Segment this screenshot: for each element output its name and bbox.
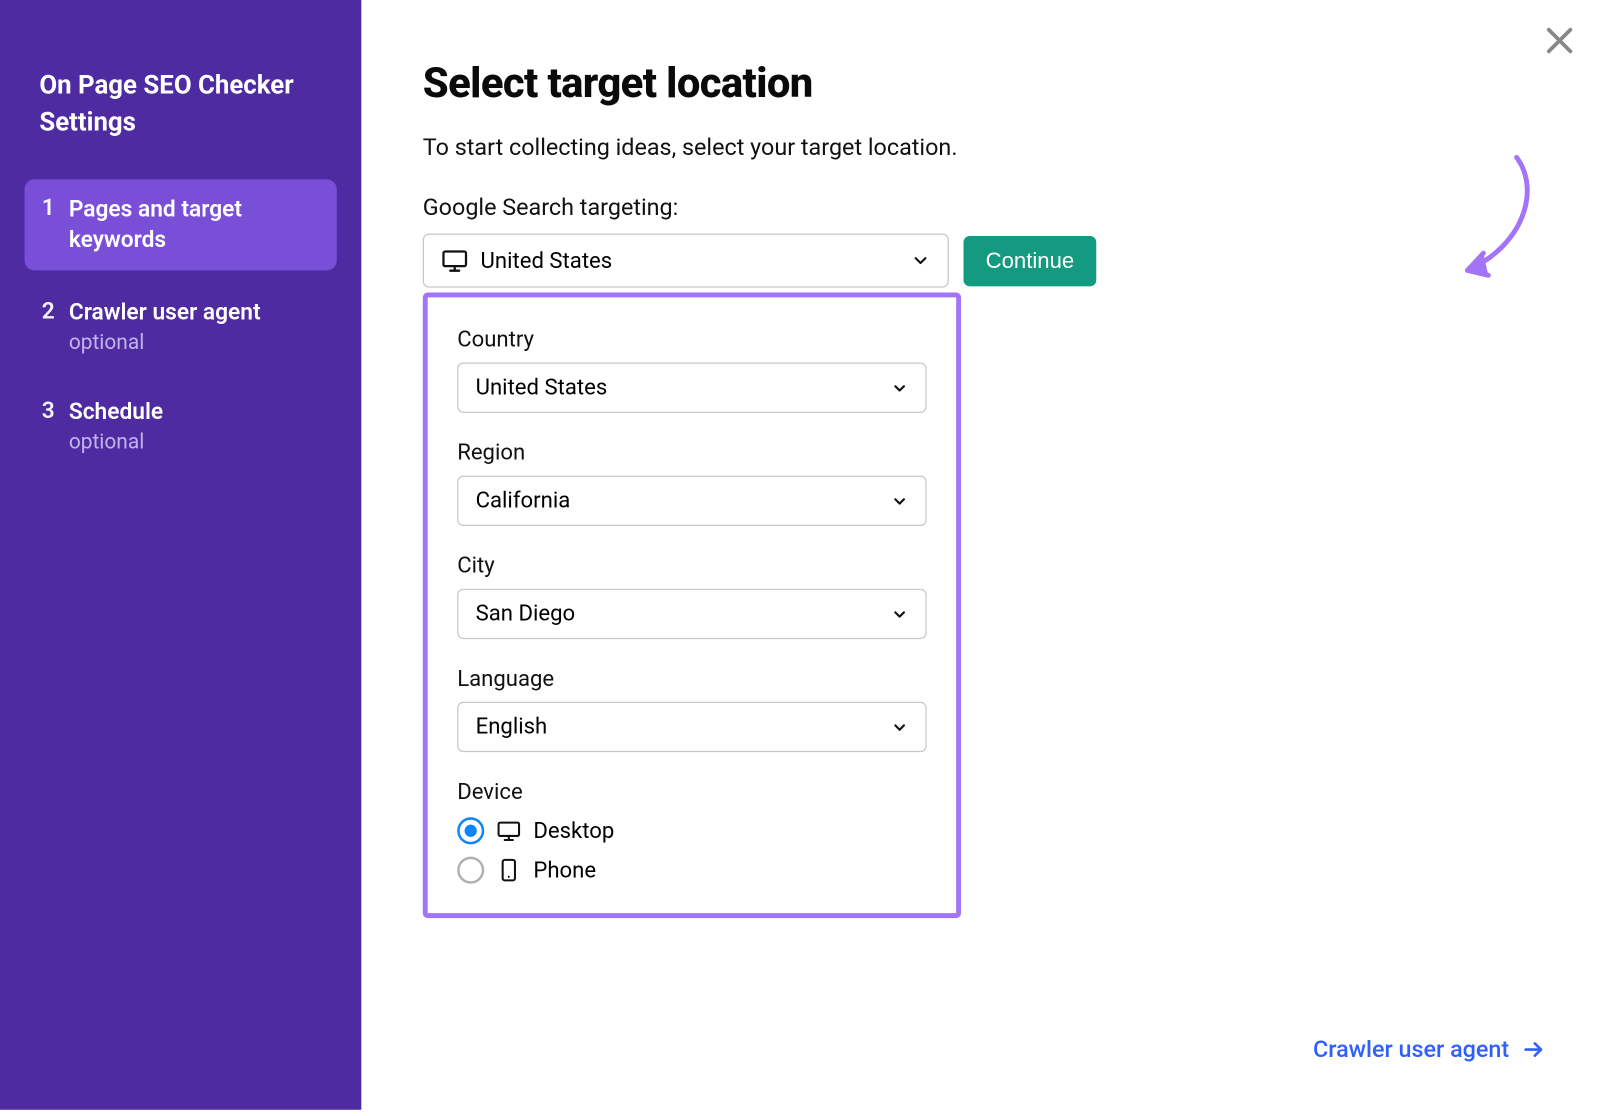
device-label: Device: [457, 779, 926, 805]
next-step-label: Crawler user agent: [1313, 1035, 1509, 1063]
settings-sidebar: On Page SEO Checker Settings 1 Pages and…: [0, 0, 361, 1110]
chevron-down-icon: [911, 251, 931, 271]
close-button[interactable]: [1541, 22, 1578, 59]
sidebar-item-label: Crawler user agent: [69, 297, 261, 328]
sidebar-title: On Page SEO Checker Settings: [39, 68, 336, 143]
chevron-down-icon: [891, 492, 908, 509]
country-select[interactable]: United States: [457, 363, 926, 413]
city-label: City: [457, 553, 926, 579]
continue-button[interactable]: Continue: [964, 235, 1097, 285]
chevron-down-icon: [891, 718, 908, 735]
city-value: San Diego: [476, 601, 576, 627]
language-label: Language: [457, 666, 926, 692]
sidebar-item-crawler-agent[interactable]: 2 Crawler user agent optional: [25, 282, 337, 369]
chevron-down-icon: [891, 379, 908, 396]
radio-unselected: [457, 857, 484, 884]
targeting-select[interactable]: United States: [423, 234, 949, 288]
close-icon: [1541, 22, 1578, 59]
targeting-label: Google Search targeting:: [423, 193, 1541, 221]
chevron-down-icon: [891, 605, 908, 622]
city-select[interactable]: San Diego: [457, 589, 926, 639]
device-phone-label: Phone: [533, 857, 596, 883]
country-value: United States: [476, 375, 608, 401]
desktop-icon: [497, 819, 522, 844]
next-step-link[interactable]: Crawler user agent: [1313, 1035, 1546, 1063]
sidebar-item-sublabel: optional: [69, 330, 261, 355]
region-select[interactable]: California: [457, 476, 926, 526]
step-number: 2: [42, 297, 69, 324]
main-content: Select target location To start collecti…: [361, 0, 1600, 1110]
sidebar-item-sublabel: optional: [69, 430, 163, 455]
device-option-desktop[interactable]: Desktop: [457, 817, 926, 844]
sidebar-item-label: Pages and target keywords: [69, 194, 320, 255]
language-value: English: [476, 714, 548, 740]
sidebar-item-label: Schedule: [69, 397, 163, 428]
sidebar-item-schedule[interactable]: 3 Schedule optional: [25, 382, 337, 469]
page-title: Select target location: [423, 59, 1541, 108]
region-value: California: [476, 488, 571, 514]
language-select[interactable]: English: [457, 702, 926, 752]
step-number: 3: [42, 397, 69, 424]
radio-selected: [457, 817, 484, 844]
step-number: 1: [42, 194, 69, 221]
phone-icon: [497, 858, 522, 883]
arrow-right-icon: [1522, 1037, 1547, 1062]
country-label: Country: [457, 327, 926, 353]
device-desktop-label: Desktop: [533, 818, 614, 844]
desktop-icon: [441, 247, 468, 274]
region-label: Region: [457, 440, 926, 466]
sidebar-item-pages-keywords[interactable]: 1 Pages and target keywords: [25, 179, 337, 270]
device-option-phone[interactable]: Phone: [457, 857, 926, 884]
page-subtitle: To start collecting ideas, select your t…: [423, 133, 1541, 161]
targeting-dropdown-panel: Country United States Region California: [423, 293, 961, 919]
targeting-select-value: United States: [481, 248, 613, 274]
